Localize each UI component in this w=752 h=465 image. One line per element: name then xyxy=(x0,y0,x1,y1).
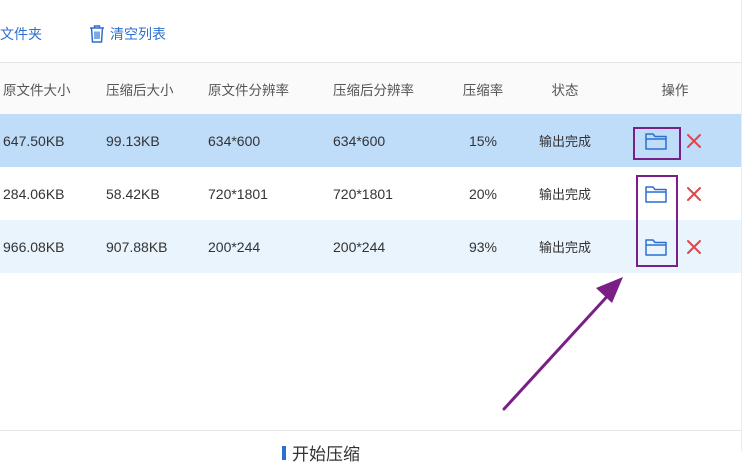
rate-cell: 15% xyxy=(468,132,498,149)
original-size-cell: 647.50KB xyxy=(3,132,65,149)
rate-cell: 20% xyxy=(468,185,498,202)
divider xyxy=(0,430,741,431)
status-cell: 输出完成 xyxy=(538,134,591,149)
trash-icon xyxy=(88,24,106,44)
status-cell: 输出完成 xyxy=(538,187,591,202)
compressed-size-cell: 907.88KB xyxy=(106,238,168,255)
close-icon xyxy=(687,240,701,254)
table-header: 原文件大小 压缩后大小 原文件分辨率 压缩后分辨率 压缩率 状态 操作 xyxy=(0,62,741,115)
column-original-resolution: 原文件分辨率 xyxy=(208,83,289,98)
column-compressed-resolution: 压缩后分辨率 xyxy=(333,83,414,98)
status-cell: 输出完成 xyxy=(538,240,591,255)
rate-cell: 93% xyxy=(468,238,498,255)
clear-list-label: 清空列表 xyxy=(110,26,166,42)
start-compress-button[interactable]: 开始压缩 xyxy=(282,440,360,464)
compressed-resolution-cell: 634*600 xyxy=(333,132,386,149)
column-rate: 压缩率 xyxy=(462,83,504,98)
column-actions: 操作 xyxy=(661,83,689,98)
close-icon xyxy=(687,187,701,201)
compressed-resolution-cell: 200*244 xyxy=(333,238,386,255)
delete-row-button[interactable] xyxy=(684,184,704,204)
column-original-size: 原文件大小 xyxy=(3,83,71,98)
compressed-size-cell: 58.42KB xyxy=(106,185,160,202)
delete-row-button[interactable] xyxy=(684,237,704,257)
highlight-box xyxy=(633,127,681,160)
close-icon xyxy=(687,134,701,148)
start-compress-label: 开始压缩 xyxy=(292,445,360,464)
table-row[interactable]: 966.08KB 907.88KB 200*244 200*244 93% 输出… xyxy=(0,220,741,273)
accent-marker xyxy=(282,446,286,460)
original-size-cell: 966.08KB xyxy=(3,238,65,255)
original-resolution-cell: 200*244 xyxy=(208,238,261,255)
compressed-resolution-cell: 720*1801 xyxy=(333,185,393,202)
window-edge xyxy=(741,0,752,451)
column-status: 状态 xyxy=(551,83,579,98)
original-size-cell: 284.06KB xyxy=(3,185,65,202)
table-row[interactable]: 284.06KB 58.42KB 720*1801 720*1801 20% 输… xyxy=(0,167,741,220)
column-compressed-size: 压缩后大小 xyxy=(106,83,174,98)
toolbar: 文件夹 清空列表 xyxy=(0,0,752,62)
open-folder-link[interactable]: 文件夹 xyxy=(0,24,42,44)
clear-list-button[interactable]: 清空列表 xyxy=(88,24,166,44)
original-resolution-cell: 720*1801 xyxy=(208,185,268,202)
table-row[interactable]: 647.50KB 99.13KB 634*600 634*600 15% 输出完… xyxy=(0,114,741,167)
original-resolution-cell: 634*600 xyxy=(208,132,261,149)
delete-row-button[interactable] xyxy=(684,131,704,151)
highlight-box xyxy=(636,175,678,267)
compressed-size-cell: 99.13KB xyxy=(106,132,160,149)
